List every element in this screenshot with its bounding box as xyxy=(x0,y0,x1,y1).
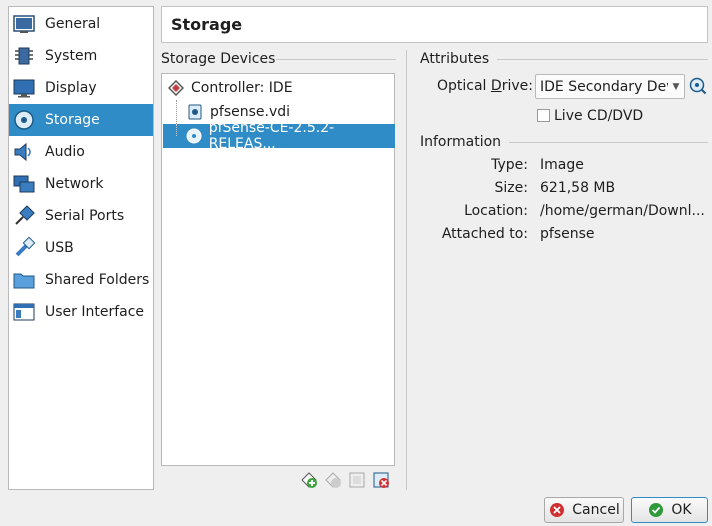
optical-drive-label: Optical Drive: xyxy=(437,78,533,94)
checkmark-icon xyxy=(647,501,665,519)
nav-item-label: Network xyxy=(45,176,104,192)
general-icon xyxy=(13,13,35,35)
tree-item-optical-disc[interactable]: pfSense-CE-2.5.2-RELEAS... xyxy=(163,120,395,152)
cancel-button[interactable]: Cancel xyxy=(544,497,624,523)
hard-disk-icon xyxy=(186,103,204,121)
usb-icon xyxy=(13,237,35,259)
add-controller-icon[interactable] xyxy=(348,471,366,489)
storage-devices-label: Storage Devices xyxy=(161,51,276,67)
section-divider xyxy=(497,59,708,60)
cancel-icon xyxy=(548,501,566,519)
nav-item-label: Storage xyxy=(45,112,100,128)
nav-item-audio[interactable]: Audio xyxy=(9,136,153,168)
nav-item-user-interface[interactable]: User Interface xyxy=(9,296,153,328)
choose-disk-icon[interactable] xyxy=(689,77,707,95)
info-location-value: /home/german/Downl... xyxy=(540,203,705,219)
chevron-down-icon: ▼ xyxy=(672,81,680,92)
tree-branch-line xyxy=(163,100,186,124)
section-divider xyxy=(276,59,396,60)
info-type-value: Image xyxy=(540,157,584,173)
ok-button-label: OK xyxy=(671,502,692,518)
cancel-button-label: Cancel xyxy=(572,502,620,518)
nav-item-label: User Interface xyxy=(45,304,145,320)
nav-item-display[interactable]: Display xyxy=(9,72,153,104)
tree-branch-line xyxy=(163,124,185,148)
network-icon xyxy=(13,173,35,195)
display-monitor-icon xyxy=(13,77,35,99)
nav-item-general[interactable]: General xyxy=(9,8,153,40)
live-cd-checkbox[interactable] xyxy=(537,109,550,122)
remove-controller-icon[interactable] xyxy=(372,471,390,489)
info-location-key: Location: xyxy=(464,203,528,219)
info-type-key: Type: xyxy=(491,157,528,173)
nav-item-serial-ports[interactable]: Serial Ports xyxy=(9,200,153,232)
nav-item-system[interactable]: System xyxy=(9,40,153,72)
attributes-label: Attributes xyxy=(420,51,490,67)
optical-drive-value: IDE Secondary Device 0 xyxy=(540,78,668,95)
section-divider xyxy=(509,142,708,143)
system-chip-icon xyxy=(13,45,35,67)
info-attached-value: pfsense xyxy=(540,226,595,242)
info-size-value: 621,58 MB xyxy=(540,180,616,196)
speaker-icon xyxy=(13,141,35,163)
optical-disc-icon xyxy=(185,127,202,145)
nav-item-label: Audio xyxy=(45,144,85,160)
panel-separator xyxy=(406,50,407,490)
controller-label: Controller: IDE xyxy=(191,80,293,96)
storage-tree[interactable]: Controller: IDE pfsense.vdi pfSense-CE-2… xyxy=(161,73,395,466)
optical-drive-select[interactable]: IDE Secondary Device 0 ▼ xyxy=(535,74,685,99)
remove-attachment-icon[interactable] xyxy=(324,471,342,489)
add-attachment-icon[interactable] xyxy=(300,471,318,489)
user-interface-icon xyxy=(13,301,35,323)
tree-item-label: pfsense.vdi xyxy=(210,104,291,120)
serial-port-icon xyxy=(13,205,35,227)
nav-item-network[interactable]: Network xyxy=(9,168,153,200)
info-attached-key: Attached to: xyxy=(441,226,528,242)
nav-item-label: General xyxy=(45,16,101,32)
page-title: Storage xyxy=(161,6,708,43)
ok-button[interactable]: OK xyxy=(631,497,708,523)
live-cd-label[interactable]: Live CD/DVD xyxy=(554,108,643,124)
tree-item-label: pfSense-CE-2.5.2-RELEAS... xyxy=(208,120,335,152)
settings-nav-list: General System Display Storage Audio Net… xyxy=(8,6,154,490)
tree-controller-ide[interactable]: Controller: IDE xyxy=(163,76,395,100)
storage-disc-icon xyxy=(13,109,35,131)
info-size-key: Size: xyxy=(494,180,528,196)
nav-item-label: Display xyxy=(45,80,97,96)
folder-icon xyxy=(13,269,35,291)
nav-item-label: Serial Ports xyxy=(45,208,125,224)
controller-icon xyxy=(167,79,185,97)
storage-toolbar xyxy=(300,471,390,489)
nav-item-label: USB xyxy=(45,240,74,256)
nav-item-label: System xyxy=(45,48,98,64)
nav-item-storage[interactable]: Storage xyxy=(9,104,153,136)
nav-item-shared-folders[interactable]: Shared Folders xyxy=(9,264,153,296)
nav-item-usb[interactable]: USB xyxy=(9,232,153,264)
nav-item-label: Shared Folders xyxy=(45,272,150,288)
information-label: Information xyxy=(420,134,502,150)
